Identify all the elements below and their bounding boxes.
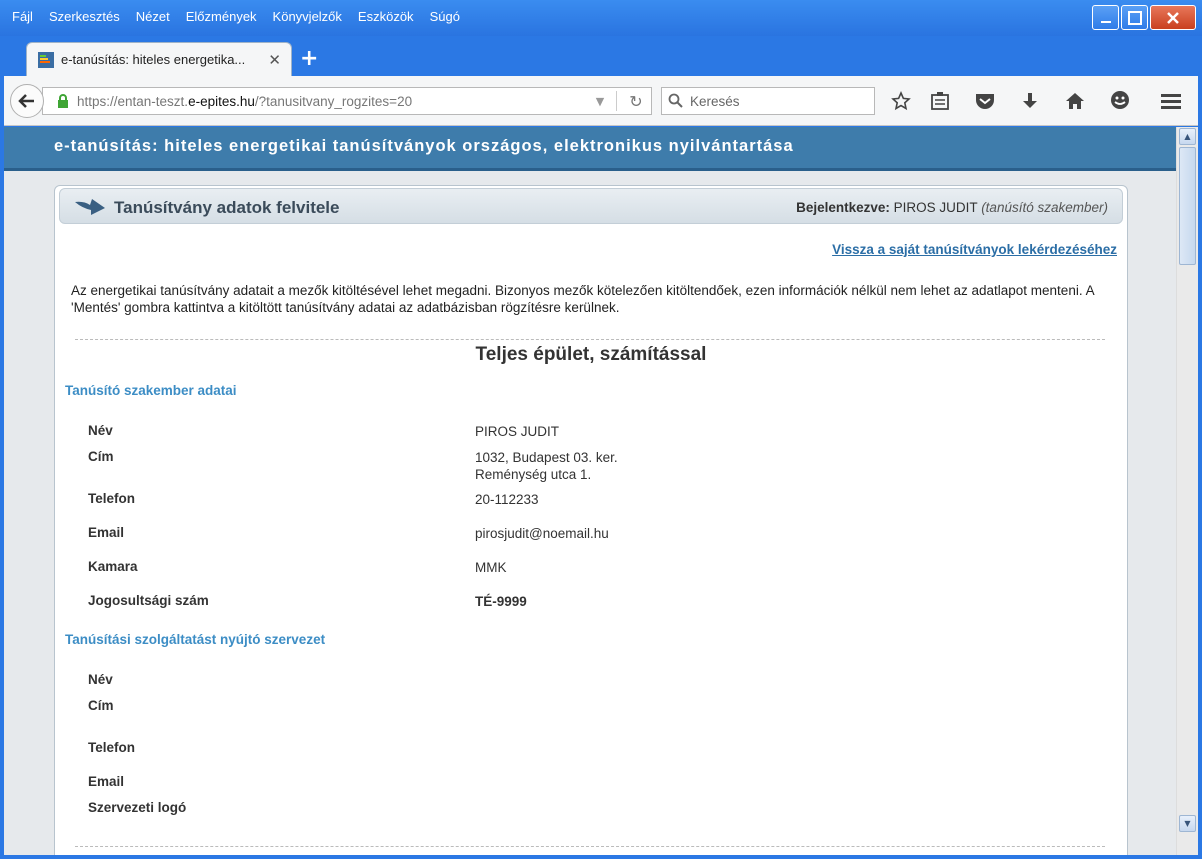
search-placeholder: Keresés [690, 93, 740, 109]
search-icon [668, 93, 683, 108]
minimize-button[interactable] [1092, 5, 1119, 30]
back-button[interactable] [10, 84, 44, 118]
panel-header: Tanúsítvány adatok felvitele Bejelentkez… [59, 188, 1123, 224]
vertical-scrollbar[interactable]: ▲ ▼ [1176, 127, 1198, 855]
tab-close-icon[interactable]: ✕ [268, 51, 281, 69]
menu-bookmarks[interactable]: Könyvjelzők [265, 7, 350, 26]
intro-text: Az energetikai tanúsítvány adatait a mez… [71, 283, 1094, 315]
url-bar[interactable]: https://entan-teszt.e-epites.hu/?tanusit… [42, 87, 652, 115]
hamburger-menu-icon[interactable] [1160, 90, 1182, 112]
menu-history[interactable]: Előzmények [178, 7, 265, 26]
scroll-up-icon[interactable]: ▲ [1179, 128, 1196, 145]
logged-in-info: Bejelentkezve: PIROS JUDIT (tanúsító sza… [796, 200, 1108, 215]
browser-tab[interactable]: e-tanúsítás: hiteles energetika... ✕ [26, 42, 292, 76]
org-phone-label: Telefon [88, 740, 135, 755]
close-window-button[interactable] [1150, 5, 1196, 30]
minimize-icon [1100, 20, 1111, 23]
expert-email-label: Email [88, 525, 125, 540]
maximize-icon [1127, 10, 1142, 25]
page-viewport: e-tanúsítás: hiteles energetikai tanúsít… [4, 127, 1176, 855]
bookmarks-list-icon[interactable] [929, 90, 951, 112]
url-dropdown-icon[interactable]: ▼ [588, 95, 612, 108]
panel-title: Tanúsítvány adatok felvitele [114, 198, 340, 217]
site-favicon-icon [38, 51, 54, 68]
pocket-icon[interactable] [974, 90, 996, 112]
expert-address-value: 1032, Budapest 03. ker. Reménység utca 1… [475, 450, 618, 482]
expert-email-value: pirosjudit@noemail.hu [475, 526, 609, 541]
org-section-heading: Tanúsítási szolgáltatást nyújtó szerveze… [65, 632, 326, 647]
expert-address-label: Cím [88, 449, 114, 464]
org-logo-label: Szervezeti logó [88, 800, 187, 815]
expert-section-heading: Tanúsító szakember adatai [65, 383, 237, 398]
expert-phone-value: 20-112233 [475, 492, 539, 507]
close-icon [1167, 11, 1179, 24]
home-icon[interactable] [1064, 90, 1086, 112]
divider [75, 846, 1105, 847]
expert-license-value: TÉ-9999 [475, 594, 527, 609]
org-email-label: Email [88, 774, 125, 789]
new-tab-button[interactable]: + [300, 46, 318, 71]
back-arrow-icon [18, 94, 34, 108]
download-icon[interactable] [1019, 90, 1041, 112]
expert-chamber-label: Kamara [88, 559, 138, 574]
site-header-title: e-tanúsítás: hiteles energetikai tanúsít… [54, 137, 794, 155]
expert-name-label: Név [88, 423, 113, 438]
lock-icon [58, 94, 68, 108]
back-to-certificates-link[interactable]: Vissza a saját tanúsítványok lekérdezésé… [832, 242, 1117, 257]
site-header: e-tanúsítás: hiteles energetikai tanúsít… [4, 127, 1176, 171]
window-titlebar: Fájl Szerkesztés Nézet Előzmények Könyvj… [0, 0, 1202, 36]
certificate-panel: Tanúsítvány adatok felvitele Bejelentkez… [54, 185, 1128, 855]
tab-strip: e-tanúsítás: hiteles energetika... ✕ + [4, 36, 1198, 76]
scrollbar-thumb[interactable] [1179, 147, 1196, 265]
reload-icon[interactable]: ↻ [621, 92, 651, 111]
menu-file[interactable]: Fájl [4, 7, 41, 26]
menu-edit[interactable]: Szerkesztés [41, 7, 128, 26]
expert-license-label: Jogosultsági szám [88, 593, 209, 608]
maximize-button[interactable] [1121, 5, 1148, 30]
window-controls [1092, 5, 1196, 30]
expert-name-value: PIROS JUDIT [475, 424, 560, 439]
org-address-label: Cím [88, 698, 114, 713]
tab-title: e-tanúsítás: hiteles energetika... [61, 52, 246, 67]
section-title: Teljes épület, számítással [475, 344, 707, 365]
expert-phone-label: Telefon [88, 491, 135, 506]
url-text[interactable]: https://entan-teszt.e-epites.hu/?tanusit… [77, 94, 588, 109]
arrow-right-icon [75, 199, 105, 215]
menu-bar: Fájl Szerkesztés Nézet Előzmények Könyvj… [4, 7, 468, 26]
hello-chat-icon[interactable] [1109, 90, 1131, 112]
scroll-down-icon[interactable]: ▼ [1179, 815, 1196, 832]
url-separator [616, 91, 617, 111]
menu-help[interactable]: Súgó [422, 7, 468, 26]
expert-chamber-value: MMK [475, 560, 507, 575]
search-input[interactable]: Keresés [661, 87, 875, 115]
nav-toolbar: https://entan-teszt.e-epites.hu/?tanusit… [4, 76, 1198, 126]
menu-view[interactable]: Nézet [128, 7, 178, 26]
org-name-label: Név [88, 672, 113, 687]
bookmark-star-icon[interactable] [890, 90, 912, 112]
menu-tools[interactable]: Eszközök [350, 7, 422, 26]
divider [75, 339, 1105, 340]
